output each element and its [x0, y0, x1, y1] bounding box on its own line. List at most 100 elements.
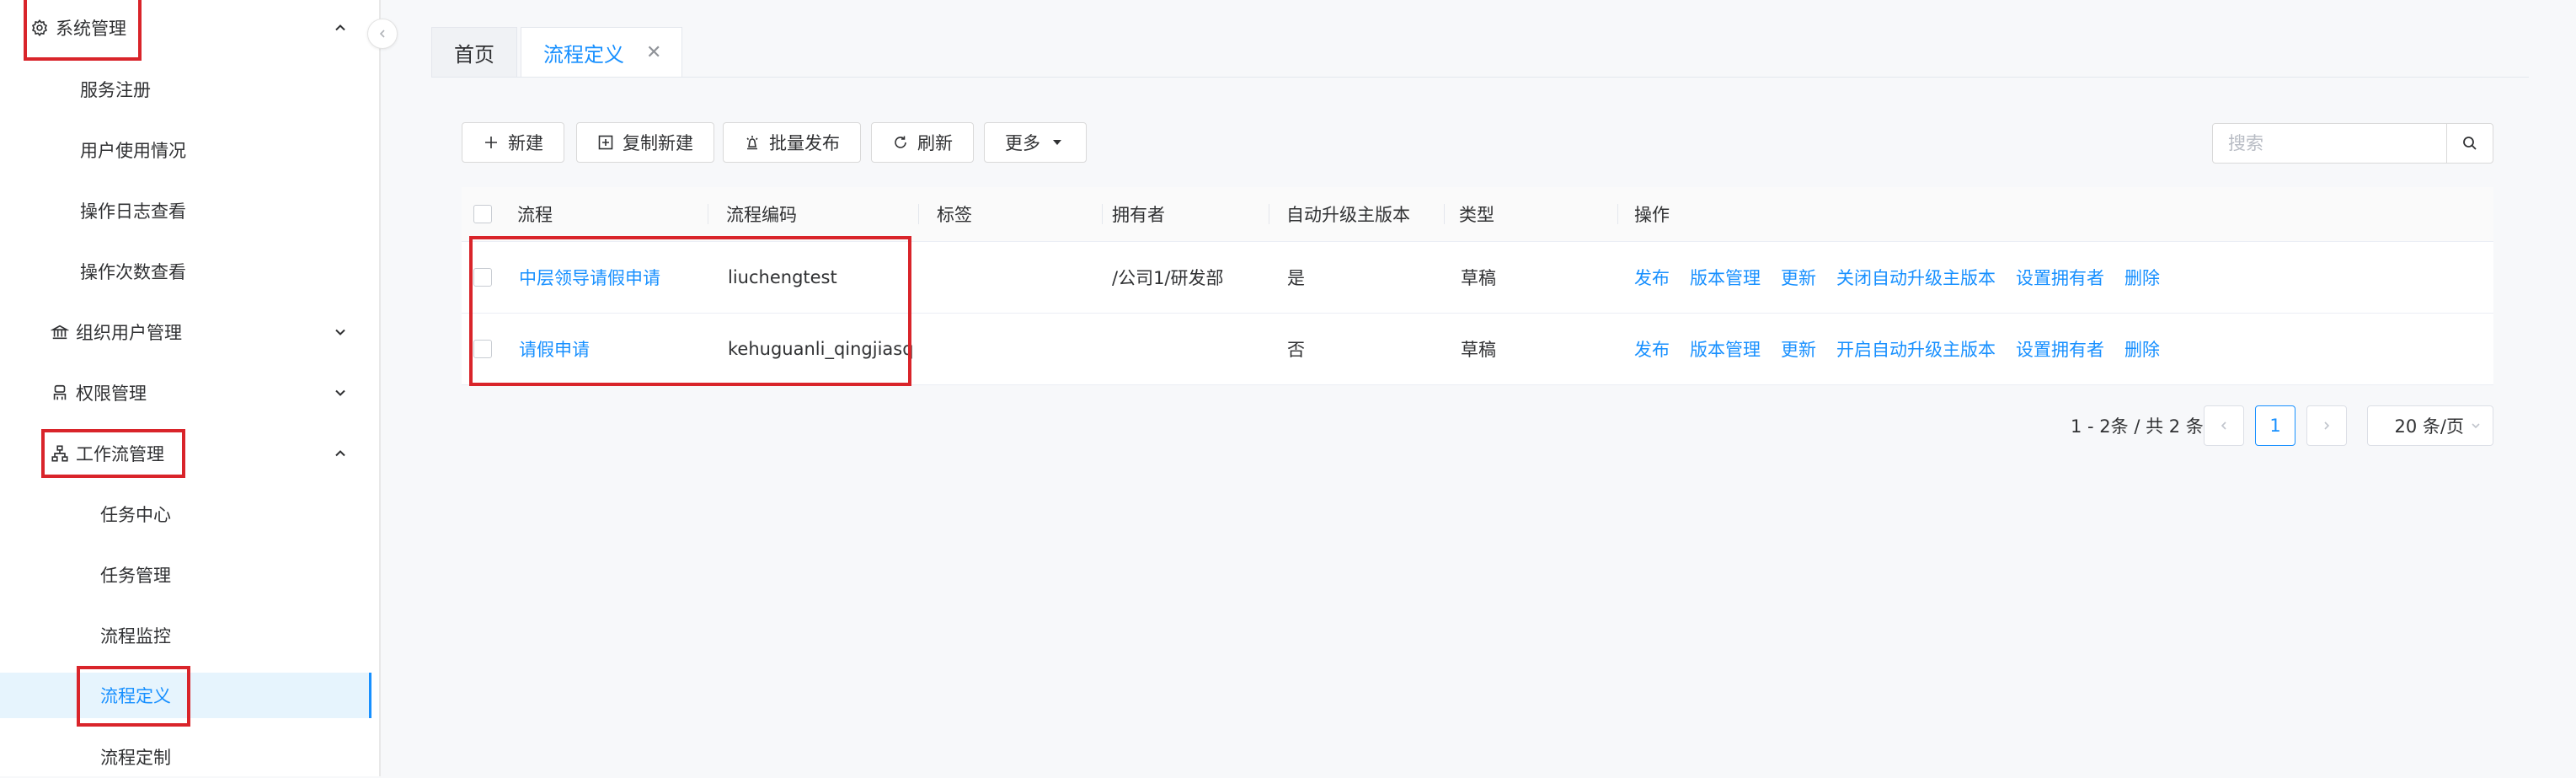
- header-process: 流程: [517, 205, 553, 225]
- header-auto-upgrade: 自动升级主版本: [1286, 205, 1410, 225]
- tab-bar: 首页 流程定义 ✕: [431, 27, 683, 78]
- header-process-code: 流程编码: [726, 205, 797, 225]
- sidebar-item-label: 服务注册: [80, 80, 151, 100]
- close-icon[interactable]: ✕: [646, 42, 661, 63]
- auto-upgrade-value: 否: [1287, 340, 1305, 360]
- caret-down-icon: [1049, 134, 1066, 151]
- tab-label: 首页: [454, 43, 494, 67]
- sidebar-item-permission-management[interactable]: 权限管理: [0, 372, 379, 414]
- set-owner-link[interactable]: 设置拥有者: [2016, 265, 2104, 290]
- chevron-down-icon: [334, 325, 347, 339]
- sidebar-item-process-monitoring[interactable]: 流程监控: [0, 614, 379, 657]
- sidebar-item-label: 操作次数查看: [80, 262, 186, 282]
- row-actions: 发布 版本管理 更新 关闭自动升级主版本 设置拥有者 删除: [1634, 242, 2160, 313]
- update-link[interactable]: 更新: [1781, 336, 1816, 362]
- pagination-total: 1 - 2条 / 共 2 条: [2071, 416, 2204, 437]
- row-actions: 发布 版本管理 更新 开启自动升级主版本 设置拥有者 删除: [1634, 314, 2160, 384]
- org-chart-icon: [51, 444, 69, 463]
- search-input[interactable]: [2213, 124, 2447, 163]
- sidebar-item-task-center[interactable]: 任务中心: [0, 493, 379, 535]
- sidebar-item-operation-count[interactable]: 操作次数查看: [0, 250, 379, 292]
- chevron-up-icon: [334, 21, 347, 35]
- set-owner-link[interactable]: 设置拥有者: [2016, 336, 2104, 362]
- sidebar-item-label: 流程定义: [100, 686, 171, 706]
- sidebar-item-label: 用户使用情况: [80, 141, 186, 161]
- sidebar-item-label: 工作流管理: [76, 444, 164, 464]
- copy-new-button-label: 复制新建: [623, 133, 693, 153]
- publish-icon: [744, 134, 761, 151]
- process-table: 流程 流程编码 标签 拥有者 自动升级主版本 类型 操作 中层领导请假申请 li…: [462, 187, 2493, 385]
- publish-link[interactable]: 发布: [1634, 336, 1670, 362]
- process-type: 草稿: [1461, 268, 1496, 288]
- sidebar-item-org-user-management[interactable]: 组织用户管理: [0, 311, 379, 353]
- auto-upgrade-value: 是: [1287, 268, 1305, 288]
- column-divider: [1444, 204, 1445, 224]
- sidebar-item-workflow-management[interactable]: 工作流管理: [0, 432, 379, 475]
- search-box: [2212, 123, 2493, 164]
- delete-link[interactable]: 删除: [2124, 265, 2160, 290]
- sidebar-item-user-usage[interactable]: 用户使用情况: [0, 129, 379, 171]
- process-code: kehuguanli_qingjiasq: [728, 339, 914, 359]
- row-checkbox[interactable]: [473, 340, 492, 358]
- new-button[interactable]: 新建: [462, 122, 564, 163]
- sidebar-item-label: 流程监控: [100, 626, 171, 647]
- batch-publish-button[interactable]: 批量发布: [723, 122, 861, 163]
- update-link[interactable]: 更新: [1781, 265, 1816, 290]
- sidebar-item-label: 权限管理: [76, 384, 147, 404]
- process-name-link[interactable]: 中层领导请假申请: [519, 242, 660, 313]
- page-number-button[interactable]: 1: [2255, 405, 2295, 446]
- chevron-right-icon: [2322, 421, 2332, 431]
- bank-icon: [51, 323, 69, 341]
- header-owner: 拥有者: [1112, 205, 1165, 225]
- sidebar-item-service-registration[interactable]: 服务注册: [0, 68, 379, 110]
- process-owner: /公司1/研发部: [1112, 268, 1224, 288]
- select-all-checkbox[interactable]: [473, 205, 492, 223]
- tab-process-definition[interactable]: 流程定义 ✕: [521, 27, 683, 78]
- refresh-button-label: 刷新: [917, 133, 953, 153]
- sidebar-item-system-management[interactable]: 系统管理: [0, 7, 379, 49]
- publish-link[interactable]: 发布: [1634, 265, 1670, 290]
- header-type: 类型: [1459, 205, 1494, 225]
- sidebar-item-label: 组织用户管理: [76, 323, 182, 343]
- tab-home[interactable]: 首页: [431, 27, 517, 78]
- sidebar-item-label: 流程定制: [100, 748, 171, 768]
- chevron-down-icon: [334, 386, 347, 400]
- copy-new-button[interactable]: 复制新建: [576, 122, 714, 163]
- tab-label: 流程定义: [543, 43, 624, 67]
- row-checkbox[interactable]: [473, 268, 492, 287]
- tab-divider: [431, 77, 2529, 78]
- batch-publish-button-label: 批量发布: [769, 133, 840, 153]
- column-divider: [1617, 204, 1618, 224]
- search-icon: [2461, 135, 2478, 152]
- page-size-select[interactable]: 20 条/页: [2367, 405, 2493, 446]
- version-management-link[interactable]: 版本管理: [1690, 265, 1761, 290]
- sidebar-item-operation-log[interactable]: 操作日志查看: [0, 190, 379, 232]
- sidebar-item-label: 操作日志查看: [80, 201, 186, 222]
- toggle-auto-upgrade-link[interactable]: 开启自动升级主版本: [1836, 336, 1996, 362]
- next-page-button[interactable]: [2306, 405, 2347, 446]
- gear-icon: [30, 19, 49, 37]
- sidebar-item-process-definition[interactable]: 流程定义: [0, 673, 369, 718]
- header-actions: 操作: [1634, 205, 1670, 225]
- sidebar-item-process-customization[interactable]: 流程定制: [0, 736, 379, 778]
- version-management-link[interactable]: 版本管理: [1690, 336, 1761, 362]
- toggle-auto-upgrade-link[interactable]: 关闭自动升级主版本: [1836, 265, 1996, 290]
- prev-page-button[interactable]: [2204, 405, 2244, 446]
- more-button[interactable]: 更多: [984, 122, 1087, 163]
- active-indicator: [369, 673, 371, 718]
- chevron-left-icon: [2219, 421, 2229, 431]
- header-tag: 标签: [937, 205, 972, 225]
- delete-link[interactable]: 删除: [2124, 336, 2160, 362]
- collapse-sidebar-button[interactable]: [367, 19, 398, 49]
- sidebar: 系统管理 服务注册 用户使用情况 操作日志查看 操作次数查看 组织用户管理 权限…: [0, 0, 381, 776]
- sidebar-item-task-management[interactable]: 任务管理: [0, 554, 379, 596]
- user-shield-icon: [51, 384, 69, 402]
- new-button-label: 新建: [508, 133, 543, 153]
- search-button[interactable]: [2446, 124, 2493, 163]
- table-row: 中层领导请假申请 liuchengtest /公司1/研发部 是 草稿 发布 版…: [462, 242, 2493, 314]
- process-name-link[interactable]: 请假申请: [519, 314, 590, 384]
- refresh-button[interactable]: 刷新: [871, 122, 974, 163]
- table-header: 流程 流程编码 标签 拥有者 自动升级主版本 类型 操作: [462, 187, 2493, 242]
- more-button-label: 更多: [1005, 133, 1040, 153]
- refresh-icon: [892, 134, 909, 151]
